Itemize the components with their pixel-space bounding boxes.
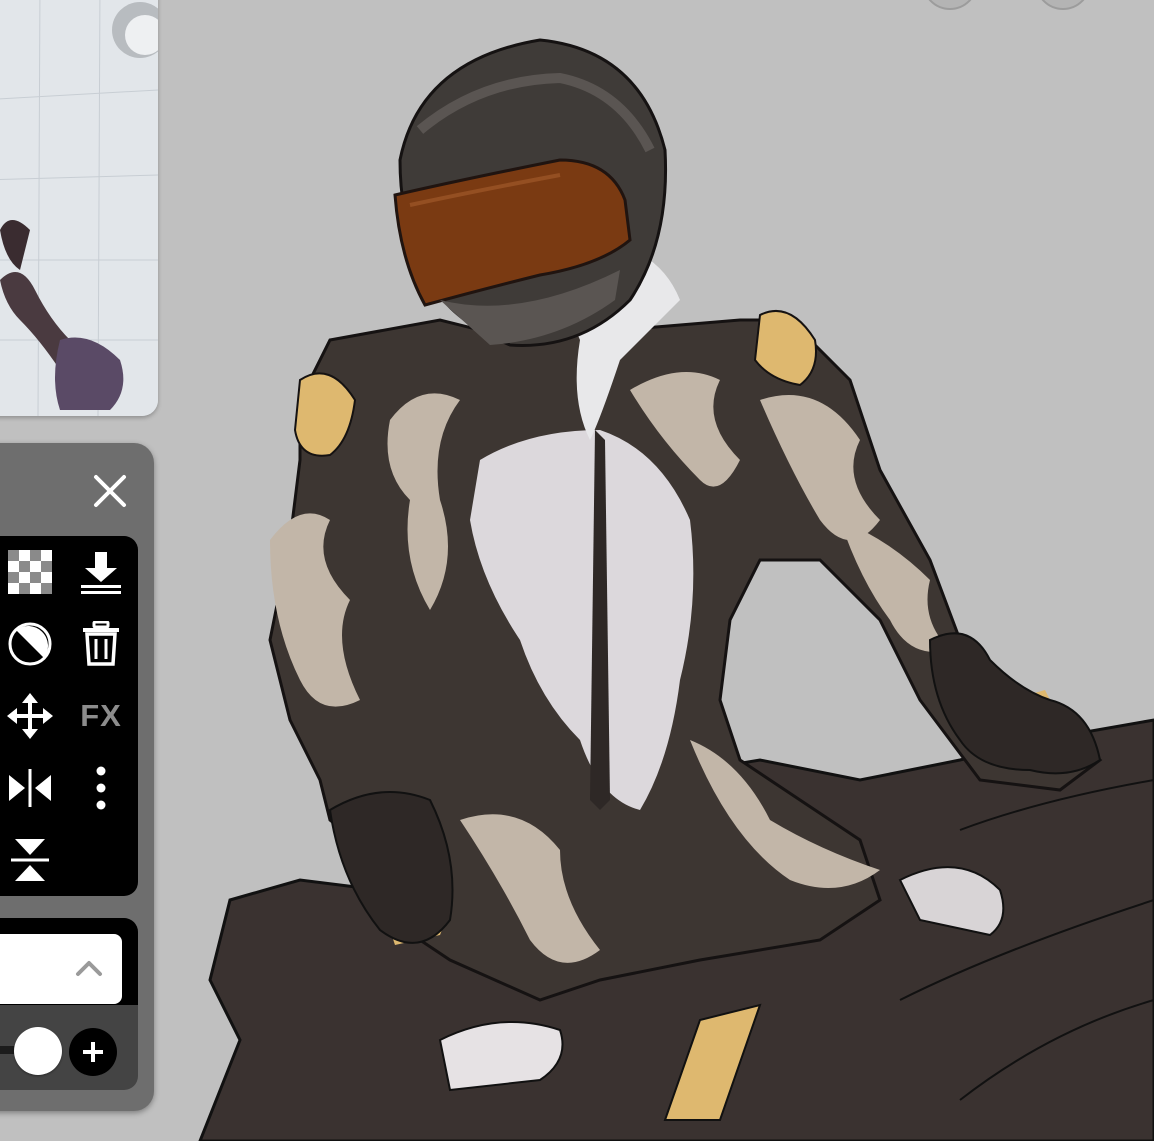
- fx-label: FX: [80, 698, 122, 733]
- vertical-ellipsis-icon: [96, 766, 106, 810]
- reference-image-panel[interactable]: [0, 0, 158, 416]
- fx-button[interactable]: FX: [73, 688, 129, 744]
- flip-horizontal-icon: [9, 769, 51, 807]
- checkerboard-icon: [8, 550, 52, 594]
- trash-icon: [83, 621, 119, 666]
- drawing-canvas[interactable]: [0, 0, 1154, 1141]
- close-button[interactable]: [88, 469, 132, 513]
- flip-vertical-icon: [11, 839, 49, 881]
- merge-down-icon: [81, 552, 121, 594]
- opacity-control: [0, 1005, 138, 1090]
- close-icon: [94, 475, 126, 507]
- blend-mode-select[interactable]: [0, 934, 122, 1004]
- flip-vertical-button[interactable]: [2, 832, 58, 888]
- delete-layer-button[interactable]: [73, 616, 129, 672]
- merge-down-button[interactable]: [73, 544, 129, 600]
- chevron-up-icon: [76, 961, 102, 976]
- flip-horizontal-button[interactable]: [2, 760, 58, 816]
- transparency-button[interactable]: [2, 544, 58, 600]
- move-button[interactable]: [2, 688, 58, 744]
- layer-tool-grid: FX: [0, 536, 138, 896]
- more-options-button[interactable]: [73, 760, 129, 816]
- opacity-slider-knob[interactable]: [14, 1027, 62, 1075]
- reference-photo-icon: [0, 0, 158, 416]
- move-icon: [7, 693, 53, 739]
- invert-icon: [8, 622, 52, 666]
- artwork-illustration: [198, 38, 1154, 1141]
- invert-button[interactable]: [2, 616, 58, 672]
- plus-icon: [83, 1042, 103, 1062]
- layer-options-panel: FX: [0, 443, 154, 1111]
- add-layer-button[interactable]: [69, 1028, 117, 1076]
